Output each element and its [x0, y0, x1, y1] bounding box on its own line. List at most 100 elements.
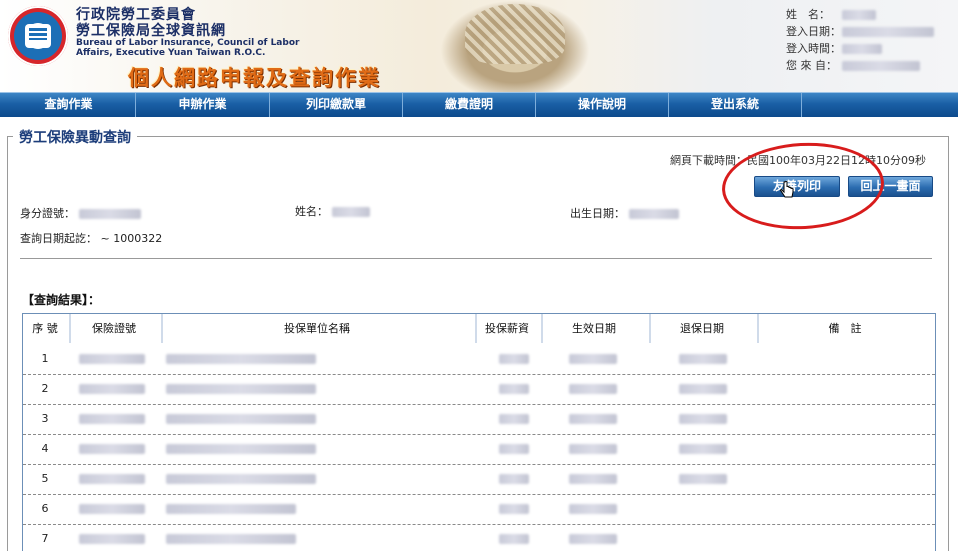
login-from-row: 您 來 自：	[786, 57, 934, 74]
row-employer	[166, 404, 316, 434]
birth-label: 出生日期：	[570, 207, 625, 220]
results-table: 序 號 保險證號 投保單位名稱 投保薪資 生效日期 退保日期 備 註 1 2 3 4 5…	[22, 313, 936, 551]
table-row: 7	[23, 524, 935, 551]
table-row: 3	[23, 404, 935, 435]
row-effective-date	[569, 374, 617, 404]
login-date-row: 登入日期：	[786, 23, 934, 40]
nav-instructions[interactable]: 操作說明	[536, 93, 669, 117]
row-insurance-no	[79, 434, 145, 464]
col-header-effective-date: 生效日期	[572, 322, 616, 335]
nav-logout[interactable]: 登出系統	[669, 93, 802, 117]
user-info-panel: 姓 名： 登入日期： 登入時間： 您 來 自：	[786, 6, 934, 74]
row-salary	[499, 344, 529, 374]
org-name-english: Bureau of Labor Insurance, Council of La…	[76, 38, 300, 58]
row-seq: 4	[41, 442, 49, 455]
col-header-employer: 投保單位名稱	[284, 322, 350, 335]
nav-payment-proof[interactable]: 繳費證明	[403, 93, 536, 117]
birth-value	[628, 209, 679, 219]
bli-logo-icon	[8, 6, 68, 66]
row-effective-date	[569, 464, 617, 494]
hand-cursor-icon	[780, 181, 794, 198]
nav-query[interactable]: 查詢作業	[2, 93, 136, 117]
row-salary	[499, 464, 529, 494]
query-date-field: 查詢日期起訖： ~ 1000322	[20, 230, 162, 246]
print-button[interactable]: 友善列印	[754, 176, 840, 197]
table-header: 序 號 保險證號 投保單位名稱 投保薪資 生效日期 退保日期 備 註	[23, 314, 935, 343]
row-seq: 7	[41, 532, 49, 545]
login-time-label: 登入時間：	[786, 42, 841, 55]
col-header-seq: 序 號	[32, 322, 58, 335]
row-seq: 1	[41, 352, 49, 365]
banner-title: 個人網路申報及查詢作業	[128, 65, 381, 90]
results-title: 【查詢結果】：	[22, 293, 101, 307]
user-name-value	[841, 10, 876, 20]
login-from-label: 您 來 自：	[786, 59, 837, 72]
row-employer	[166, 344, 316, 374]
login-date-value	[841, 27, 934, 37]
col-header-salary: 投保薪資	[485, 322, 529, 335]
row-salary	[499, 434, 529, 464]
row-salary	[499, 524, 529, 551]
login-from-value	[841, 61, 920, 71]
name-label: 姓名：	[295, 205, 328, 218]
row-withdraw-date	[679, 344, 727, 374]
table-row: 4	[23, 434, 935, 465]
row-insurance-no	[79, 494, 145, 524]
table-row: 2	[23, 374, 935, 405]
login-date-label: 登入日期：	[786, 25, 841, 38]
row-seq: 3	[41, 412, 49, 425]
row-insurance-no	[79, 374, 145, 404]
user-name-label: 姓 名：	[786, 8, 830, 21]
row-salary	[499, 374, 529, 404]
nav-apply[interactable]: 申辦作業	[136, 93, 270, 117]
table-row: 6	[23, 494, 935, 525]
col-header-insurance-no: 保險證號	[92, 322, 136, 335]
row-employer	[166, 524, 316, 551]
row-effective-date	[569, 524, 617, 551]
row-insurance-no	[79, 464, 145, 494]
row-effective-date	[569, 434, 617, 464]
row-seq: 2	[41, 382, 49, 395]
table-row: 1	[23, 344, 935, 375]
row-withdraw-date	[679, 434, 727, 464]
back-button[interactable]: 回上一畫面	[848, 176, 933, 197]
name-field: 姓名：	[295, 203, 370, 219]
table-row: 5	[23, 464, 935, 495]
query-date-label: 查詢日期起訖：	[20, 232, 97, 245]
row-salary	[499, 494, 529, 524]
section-divider	[20, 258, 932, 259]
row-insurance-no	[79, 344, 145, 374]
col-header-remarks: 備 註	[828, 322, 862, 335]
main-nav: 查詢作業 申辦作業 列印繳款單 繳費證明 操作說明 登出系統	[0, 92, 958, 117]
nav-print-bill[interactable]: 列印繳款單	[270, 93, 403, 117]
login-time-value	[841, 44, 882, 54]
row-seq: 5	[41, 472, 49, 485]
birth-field: 出生日期：	[570, 205, 679, 221]
row-salary	[499, 404, 529, 434]
col-header-withdraw-date: 退保日期	[680, 322, 724, 335]
row-withdraw-date	[679, 464, 727, 494]
row-withdraw-date	[679, 524, 727, 551]
row-insurance-no	[79, 404, 145, 434]
name-value	[331, 207, 370, 217]
page-title: 勞工保險異動查詢	[13, 127, 137, 147]
row-employer	[166, 374, 316, 404]
row-withdraw-date	[679, 404, 727, 434]
row-seq: 6	[41, 502, 49, 515]
row-insurance-no	[79, 524, 145, 551]
org-name-line2: 勞工保險局全球資訊網	[76, 23, 226, 39]
row-employer	[166, 494, 316, 524]
row-employer	[166, 434, 316, 464]
banner-photo	[440, 0, 590, 92]
row-withdraw-date	[679, 374, 727, 404]
row-effective-date	[569, 344, 617, 374]
row-withdraw-date	[679, 494, 727, 524]
query-date-value: ~ 1000322	[100, 232, 163, 245]
login-time-row: 登入時間：	[786, 40, 934, 57]
row-effective-date	[569, 404, 617, 434]
id-value	[78, 209, 141, 219]
id-field: 身分證號：	[20, 205, 141, 221]
row-effective-date	[569, 494, 617, 524]
download-time: 網頁下載時間：民國100年03月22日12時10分09秒	[670, 154, 926, 167]
row-employer	[166, 464, 316, 494]
